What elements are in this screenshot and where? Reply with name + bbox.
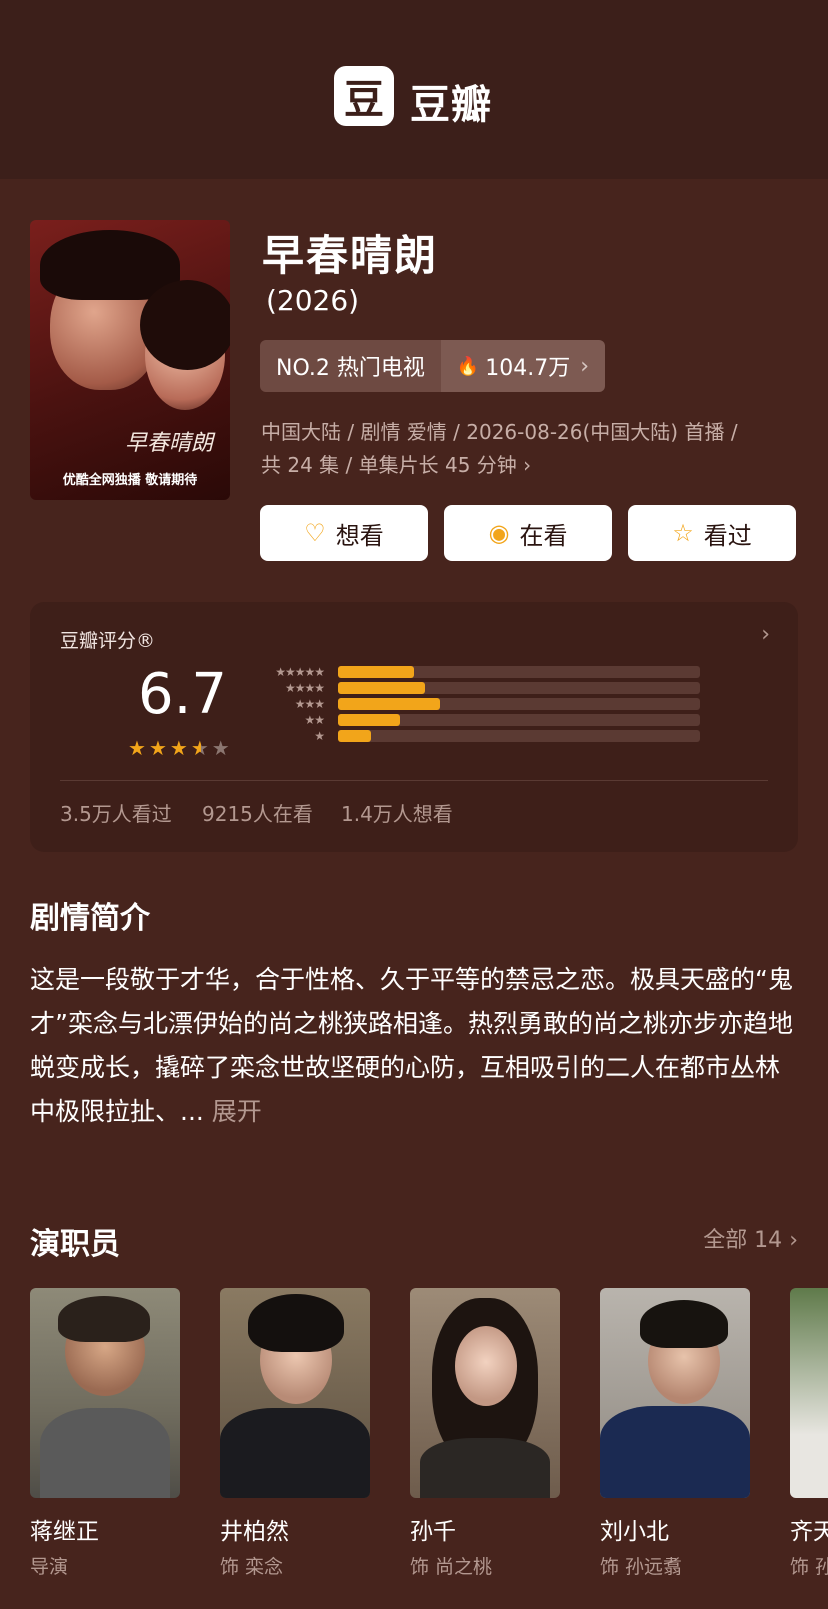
poster-image[interactable]: 早春晴朗 优酷全网独播 敬请期待 bbox=[30, 220, 230, 500]
douban-logo-text: 豆瓣 bbox=[410, 82, 492, 128]
chevron-right-icon: › bbox=[789, 1228, 798, 1253]
cast-all-link[interactable]: 全部 14 › bbox=[703, 1222, 798, 1254]
poster-figure-hair-2 bbox=[140, 280, 230, 370]
divider bbox=[60, 780, 768, 781]
distribution-star-label: ★ bbox=[314, 729, 325, 743]
target-icon: ◉ bbox=[488, 519, 510, 547]
distribution-track bbox=[338, 666, 700, 678]
rating-score: 6.7 bbox=[138, 662, 228, 727]
watching-label: 在看 bbox=[519, 521, 568, 550]
half-star-icon: ★ bbox=[190, 736, 209, 760]
app-header: 豆 豆瓣 bbox=[0, 0, 828, 179]
cast-card[interactable]: 蒋继正 导演 bbox=[30, 1288, 180, 1579]
heat-value: 104.7万 bbox=[485, 356, 571, 381]
rating-label: 豆瓣评分® bbox=[60, 630, 156, 652]
distribution-track bbox=[338, 698, 700, 710]
star-outline-icon: ☆ bbox=[672, 519, 694, 547]
meta-line-1: 中国大陆 / 剧情 爱情 / 2026-08-26(中国大陆) 首播 / bbox=[261, 420, 738, 444]
synopsis-heading: 剧情简介 bbox=[30, 901, 150, 936]
cast-role: 饰 栾念 bbox=[220, 1556, 284, 1578]
cast-card[interactable]: 刘小北 饰 孙远翥 bbox=[600, 1288, 750, 1579]
stat-want: 1.4万人想看 bbox=[341, 802, 453, 826]
cast-role: 饰 孙远翥 bbox=[600, 1556, 683, 1578]
cast-photo bbox=[220, 1288, 370, 1498]
chevron-right-icon: › bbox=[761, 622, 770, 647]
distribution-bar bbox=[338, 714, 400, 726]
cast-photo bbox=[30, 1288, 180, 1498]
release-year: (2026) bbox=[266, 284, 360, 317]
cast-photo bbox=[600, 1288, 750, 1498]
want-to-watch-label: 想看 bbox=[335, 521, 384, 550]
cast-name: 刘小北 bbox=[600, 1519, 669, 1545]
synopsis-body: 这是一段敬于才华，合于性格、久于平等的禁忌之恋。极具天盛的“鬼才”栾念与北漂伊始… bbox=[30, 965, 793, 1126]
poster-title-art: 早春晴朗 bbox=[125, 431, 214, 456]
distribution-bar bbox=[338, 698, 440, 710]
stat-watching: 9215人在看 bbox=[202, 802, 313, 826]
distribution-star-label: ★★ bbox=[304, 713, 325, 727]
distribution-bar bbox=[338, 730, 371, 742]
cast-card[interactable]: 孙千 饰 尚之桃 bbox=[410, 1288, 560, 1579]
flame-icon: 🔥 bbox=[456, 355, 480, 377]
cast-card[interactable]: 井柏然 饰 栾念 bbox=[220, 1288, 370, 1579]
distribution-star-label: ★★★★★ bbox=[275, 665, 325, 679]
cast-photo bbox=[790, 1288, 828, 1498]
distribution-track bbox=[338, 730, 700, 742]
cast-all-label: 全部 14 bbox=[703, 1228, 783, 1253]
rating-stars: ★ ★ ★ ★ ★ bbox=[128, 736, 230, 760]
poster-tagline: 优酷全网独播 敬请期待 bbox=[62, 473, 198, 488]
watched-button[interactable]: ☆ 看过 bbox=[628, 505, 796, 561]
distribution-row: ★★ bbox=[252, 713, 700, 727]
distribution-row: ★ bbox=[252, 729, 700, 743]
distribution-row: ★★★★★ bbox=[252, 665, 700, 679]
distribution-row: ★★★ bbox=[252, 697, 700, 711]
douban-logo-icon: 豆 bbox=[334, 66, 394, 126]
rank-badge[interactable]: NO.2 热门电视 🔥 104.7万 › bbox=[260, 340, 606, 392]
cast-name: 蒋继正 bbox=[30, 1519, 99, 1545]
cast-heading: 演职员 bbox=[30, 1227, 120, 1262]
star-empty-icon: ★ bbox=[211, 736, 230, 760]
star-icon: ★ bbox=[169, 736, 188, 760]
distribution-star-label: ★★★★ bbox=[284, 681, 325, 695]
distribution-track bbox=[338, 682, 700, 694]
cast-role: 饰 孙 bbox=[790, 1556, 828, 1578]
expand-link[interactable]: 展开 bbox=[212, 1097, 262, 1126]
distribution-row: ★★★★ bbox=[252, 681, 700, 695]
chevron-right-icon: › bbox=[523, 453, 532, 477]
cast-role: 饰 尚之桃 bbox=[410, 1556, 493, 1578]
meta-line-2: 共 24 集 / 单集片长 45 分钟 bbox=[261, 453, 517, 477]
chevron-right-icon: › bbox=[580, 353, 590, 379]
meta-info[interactable]: 中国大陆 / 剧情 爱情 / 2026-08-26(中国大陆) 首播 / 共 2… bbox=[261, 416, 791, 482]
distribution-star-label: ★★★ bbox=[294, 697, 325, 711]
heat-indicator: 🔥 104.7万 › bbox=[440, 340, 606, 392]
cast-name: 齐天 bbox=[790, 1519, 828, 1545]
page-title: 早春晴朗 bbox=[262, 231, 439, 280]
watched-label: 看过 bbox=[703, 521, 752, 550]
cast-name: 孙千 bbox=[410, 1519, 456, 1545]
cast-role: 导演 bbox=[30, 1556, 69, 1578]
star-icon: ★ bbox=[148, 736, 167, 760]
rating-card[interactable]: 豆瓣评分® › 6.7 ★ ★ ★ ★ ★ ★★★★★ ★★★★ ★★★ ★★ ★ 3.… bbox=[30, 602, 798, 852]
distribution-track bbox=[338, 714, 700, 726]
heart-plus-icon: ♡ bbox=[304, 519, 326, 547]
distribution-bar bbox=[338, 682, 425, 694]
cast-name: 井柏然 bbox=[220, 1519, 289, 1545]
synopsis-text[interactable]: 这是一段敬于才华，合于性格、久于平等的禁忌之恋。极具天盛的“鬼才”栾念与北漂伊始… bbox=[30, 958, 798, 1134]
cast-photo bbox=[410, 1288, 560, 1498]
star-icon: ★ bbox=[128, 736, 146, 760]
distribution-bar bbox=[338, 666, 414, 678]
want-to-watch-button[interactable]: ♡ 想看 bbox=[260, 505, 428, 561]
stat-watched: 3.5万人看过 bbox=[60, 802, 172, 826]
cast-card[interactable]: 齐天 饰 孙 bbox=[790, 1288, 828, 1579]
watching-button[interactable]: ◉ 在看 bbox=[444, 505, 612, 561]
rank-label: NO.2 热门电视 bbox=[260, 340, 441, 392]
meta-line-2-wrap: 共 24 集 / 单集片长 45 分钟 › bbox=[261, 449, 791, 482]
